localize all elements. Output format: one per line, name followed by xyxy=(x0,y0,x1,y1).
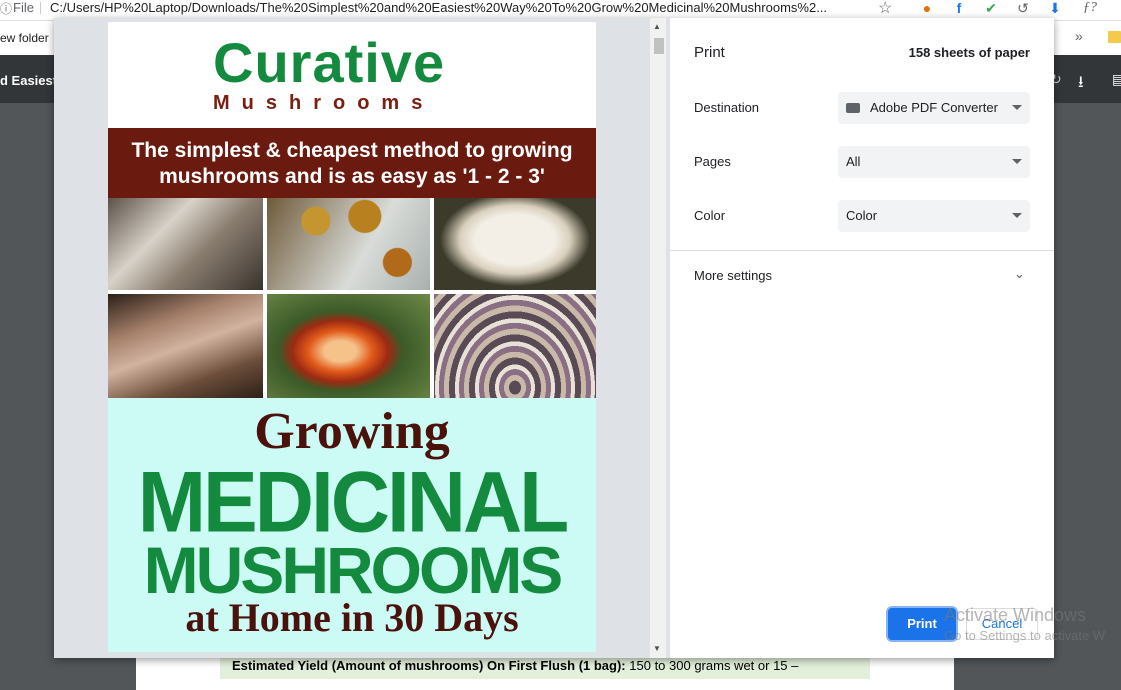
sheet-count: 158 sheets of paper xyxy=(908,45,1030,60)
chevron-down-icon xyxy=(1012,213,1022,218)
photo-turkey-tail xyxy=(434,294,596,398)
photo-shiitake xyxy=(108,294,263,398)
chevron-down-icon xyxy=(1012,159,1022,164)
print-settings: Print 158 sheets of paper Destination Ad… xyxy=(670,18,1054,658)
color-select[interactable]: Color xyxy=(838,200,1030,232)
destination-label: Destination xyxy=(694,100,760,115)
scroll-up-icon[interactable]: ▲ xyxy=(653,22,661,31)
logo-sub: Mushrooms xyxy=(213,92,435,114)
destination-value: Adobe PDF Converter xyxy=(870,100,998,115)
pages-label: Pages xyxy=(694,154,731,169)
scrollbar-thumb[interactable] xyxy=(654,38,664,54)
file-label: File xyxy=(13,0,34,15)
folder-icon[interactable] xyxy=(1108,31,1121,43)
brand-logo: Curative Mushrooms xyxy=(108,22,596,126)
divider xyxy=(40,2,41,14)
photo-reishi xyxy=(267,294,430,398)
sync-icon[interactable]: ● xyxy=(918,0,936,16)
cover-banner: The simplest & cheapest method to growin… xyxy=(108,128,596,198)
download-icon[interactable]: ⭳ xyxy=(1078,71,1084,98)
print-dialog: Curative Mushrooms The simplest & cheape… xyxy=(54,18,1054,658)
print-title: Print xyxy=(694,44,725,61)
more-settings-toggle[interactable]: More settings xyxy=(694,268,772,283)
bookmarks-more-icon[interactable]: » xyxy=(1075,28,1083,44)
yield-value: 150 to 300 grams wet or 15 – xyxy=(629,658,799,673)
bookmark-folder[interactable]: ew folder xyxy=(0,31,49,45)
banner-line-1: The simplest & cheapest method to growin… xyxy=(131,139,573,162)
pages-select[interactable]: All xyxy=(838,146,1030,178)
photo-enoki xyxy=(267,198,430,290)
download-ext-icon[interactable]: ⬇ xyxy=(1046,0,1064,16)
chevron-down-icon xyxy=(1012,105,1022,110)
color-value: Color xyxy=(846,208,878,223)
check-icon[interactable]: ✔ xyxy=(982,0,1000,16)
preview-page: Curative Mushrooms The simplest & cheape… xyxy=(108,22,596,652)
print-icon[interactable]: ▤ xyxy=(1112,71,1121,88)
url-text[interactable]: C:/Users/HP%20Laptop/Downloads/The%20Sim… xyxy=(50,0,865,16)
bookmark-star-icon[interactable]: ☆ xyxy=(878,0,892,18)
cover-title: Growing MEDICINAL MUSHROOMS at Home in 3… xyxy=(108,398,596,652)
scroll-down-icon[interactable]: ▼ xyxy=(653,644,661,653)
photo-lions-mane xyxy=(434,198,596,290)
yield-label: Estimated Yield (Amount of mushrooms) On… xyxy=(232,658,626,673)
info-icon[interactable]: ⓘ xyxy=(0,0,12,16)
pages-value: All xyxy=(846,154,861,169)
print-preview[interactable]: Curative Mushrooms The simplest & cheape… xyxy=(54,18,670,658)
printer-icon xyxy=(846,102,860,113)
background-text: Estimated Yield (Amount of mushrooms) On… xyxy=(220,655,870,679)
mushroom-photo-grid xyxy=(108,198,596,398)
watermark-line-2: Go to Settings to activate W xyxy=(944,628,1106,643)
preview-scrollbar[interactable] xyxy=(650,18,666,658)
color-label: Color xyxy=(694,208,726,223)
watermark-line-1: Activate Windows xyxy=(944,605,1087,625)
photo-oyster xyxy=(108,198,263,290)
title-growing: Growing xyxy=(254,403,450,460)
destination-select[interactable]: Adobe PDF Converter xyxy=(838,92,1030,124)
function-icon[interactable]: ƒ? xyxy=(1078,0,1102,16)
windows-activation-watermark: Activate Windows Go to Settings to activ… xyxy=(944,605,1105,643)
settings-divider xyxy=(670,250,1054,251)
logo-main: Curative xyxy=(213,31,446,94)
title-athome: at Home in 30 Days xyxy=(185,595,519,640)
banner-line-2: mushrooms and is as easy as '1 - 2 - 3' xyxy=(159,165,545,188)
pdf-title: d Easiest xyxy=(0,73,58,88)
facebook-icon[interactable]: f xyxy=(950,0,968,16)
history-icon[interactable]: ↺ xyxy=(1014,0,1032,16)
expand-chevron-icon[interactable]: ⌄ xyxy=(1014,266,1025,282)
